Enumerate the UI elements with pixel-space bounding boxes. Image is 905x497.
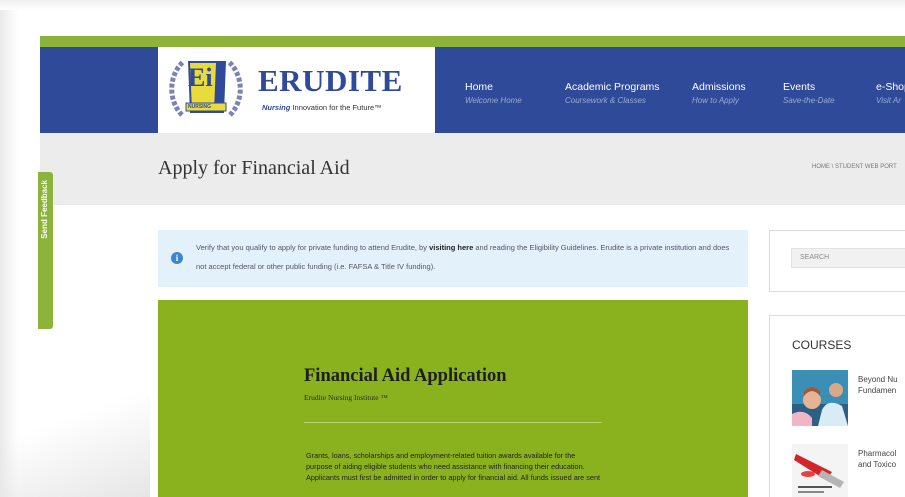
page-title: Apply for Financial Aid [158, 157, 350, 179]
tagline-text: Innovation for the Future™ [292, 103, 382, 112]
nav-item-admissions[interactable]: Admissions How to Apply [692, 81, 746, 105]
frame-shadow-top [0, 0, 905, 10]
course-title: Pharmacol and Toxico [858, 448, 896, 470]
site-logo[interactable]: Ei NURSING ERUDITE Nursing Innovation fo… [158, 47, 435, 133]
nav-item-subtitle: Coursework & Classes [565, 96, 646, 105]
nav-item-subtitle: Save-the-Date [783, 96, 835, 105]
course-title-line: Beyond Nu [858, 375, 898, 384]
nav-item-home[interactable]: Home Welcome Home [465, 81, 522, 105]
logo-monogram: Ei [188, 63, 213, 92]
send-feedback-tab[interactable]: Send Feedback [38, 172, 53, 329]
financial-aid-form-panel: Financial Aid Application Erudite Nursin… [158, 300, 748, 497]
sidebar-search-widget: SEARCH [769, 230, 905, 292]
course-thumbnail-icon [792, 444, 848, 497]
eligibility-notice: i Verify that you qualify to apply for p… [158, 230, 748, 287]
search-input[interactable]: SEARCH [791, 248, 905, 268]
nav-item-title: e-Shop [876, 81, 905, 93]
tagline-highlight: Nursing [262, 103, 291, 112]
logo-name: ERUDITE [258, 63, 403, 98]
nav-item-title: Academic Programs [565, 81, 660, 93]
logo-badge: NURSING [188, 104, 212, 110]
nav-item-title: Home [465, 81, 494, 93]
course-title-line: Fundamen [858, 386, 897, 395]
nav-item-title: Admissions [692, 81, 746, 93]
nav-item-subtitle: Visit Ar [876, 96, 901, 105]
nav-item-subtitle: Welcome Home [465, 96, 522, 105]
website-viewport: Home Welcome Home Academic Programs Cour… [40, 36, 905, 497]
form-subtitle: Erudite Nursing Institute ™ [304, 393, 388, 402]
nav-item-subtitle: How to Apply [692, 96, 739, 105]
form-divider [304, 422, 602, 423]
info-icon: i [171, 252, 183, 264]
logo-tagline: Nursing Innovation for the Future™ [262, 103, 382, 112]
course-thumbnail-icon [792, 370, 848, 426]
course-title-line: and Toxico [858, 460, 897, 469]
frame-shadow-corner [0, 395, 150, 497]
breadcrumb[interactable]: HOME \ STUDENT WEB PORT [812, 164, 897, 170]
notice-text: Verify that you qualify to apply for pri… [196, 238, 741, 276]
nav-item-events[interactable]: Events Save-the-Date [783, 81, 835, 105]
nav-item-title: Events [783, 81, 816, 93]
courses-heading: COURSES [792, 338, 852, 352]
course-title-line: Pharmacol [858, 449, 897, 458]
course-title: Beyond Nu Fundamen [858, 374, 898, 396]
visiting-here-link[interactable]: visiting here [429, 243, 473, 252]
nav-item-e-shop[interactable]: e-Shop Visit Ar [876, 81, 905, 105]
notice-text-before: Verify that you qualify to apply for pri… [196, 243, 430, 252]
form-title: Financial Aid Application [304, 366, 507, 386]
top-accent-strip [40, 36, 905, 47]
form-description: Grants, loans, scholarships and employme… [306, 451, 601, 482]
feedback-label: Send Feedback [40, 180, 49, 239]
nav-item-academic-programs[interactable]: Academic Programs Coursework & Classes [565, 81, 660, 105]
sidebar-courses-widget: COURSES Beyond Nu Fundamen Pharmacol and… [769, 315, 905, 497]
